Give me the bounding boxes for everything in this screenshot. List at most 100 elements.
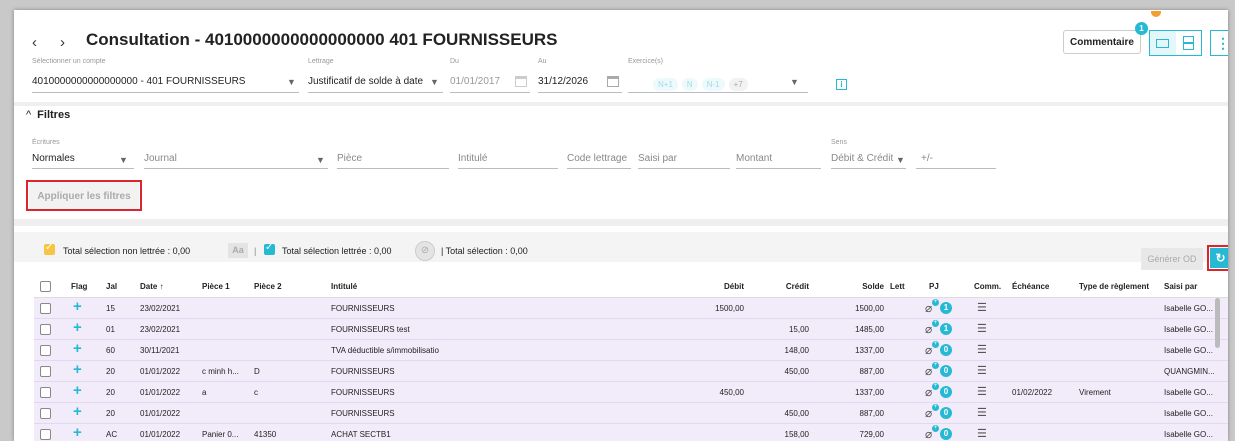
add-flag-icon[interactable]: + — [73, 340, 82, 357]
row-checkbox[interactable] — [40, 429, 51, 440]
col-piece2[interactable]: Pièce 2 — [254, 282, 282, 291]
col-pj[interactable]: PJ — [929, 282, 939, 291]
non-lettree-checkbox[interactable] — [44, 242, 55, 255]
add-flag-icon[interactable]: + — [73, 424, 82, 441]
sens-label: Sens — [831, 139, 847, 146]
table-row[interactable]: + 20 01/01/2022 c minh h... D FOURNISSEU… — [34, 361, 1228, 382]
cell-jal: 15 — [106, 304, 115, 313]
more-options-icon[interactable]: ⋮ — [1210, 30, 1228, 56]
account-select[interactable]: 4010000000000000000 - 401 FOURNISSEURS — [32, 76, 245, 87]
col-solde[interactable]: Solde — [834, 282, 884, 291]
sens-chevron-down-icon[interactable]: ▼ — [896, 155, 905, 165]
info-icon[interactable]: i — [836, 79, 847, 90]
col-saisi-par[interactable]: Saisi par — [1164, 282, 1197, 291]
comment-icon[interactable]: ☰ — [977, 427, 987, 440]
table-row[interactable]: + 20 01/01/2022 FOURNISSEURS 450,00 887,… — [34, 403, 1228, 424]
journal-chevron-down-icon[interactable]: ▼ — [316, 155, 325, 165]
cell-jal: 01 — [106, 325, 115, 334]
exercice-chevron-down-icon[interactable]: ▼ — [790, 77, 799, 87]
du-date-input[interactable]: 01/01/2017 — [450, 76, 500, 87]
exercice-chip[interactable]: N-1 — [701, 78, 725, 91]
add-attachment-icon[interactable]: + — [932, 362, 939, 369]
add-attachment-icon[interactable]: + — [932, 404, 939, 411]
unlink-icon[interactable]: ⊘ — [415, 241, 435, 261]
row-checkbox[interactable] — [40, 324, 51, 335]
col-comm[interactable]: Comm. — [974, 282, 1001, 291]
lettrage-select[interactable]: Justificatif de solde à date — [308, 76, 423, 87]
table-row[interactable]: + 60 30/11/2021 TVA déductible s/immobil… — [34, 340, 1228, 361]
table-row[interactable]: + 15 23/02/2021 FOURNISSEURS 1500,00 150… — [34, 298, 1228, 319]
add-flag-icon[interactable]: + — [73, 361, 82, 378]
account-chevron-down-icon[interactable]: ▼ — [287, 77, 296, 87]
add-flag-icon[interactable]: + — [73, 403, 82, 420]
single-view-button[interactable] — [1150, 31, 1176, 55]
intitule-input[interactable]: Intitulé — [458, 153, 487, 164]
ecritures-select[interactable]: Normales — [32, 153, 75, 164]
exercice-chip[interactable]: N — [681, 78, 698, 91]
cell-solde: 1337,00 — [855, 346, 884, 355]
au-calendar-icon[interactable] — [607, 76, 619, 87]
cell-saisi-par: Isabelle GO... — [1164, 346, 1213, 355]
row-checkbox[interactable] — [40, 345, 51, 356]
cell-piece2: 41350 — [254, 430, 277, 439]
add-attachment-icon[interactable]: + — [932, 383, 939, 390]
scrollbar[interactable] — [1215, 298, 1220, 348]
add-flag-icon[interactable]: + — [73, 298, 82, 315]
comment-icon[interactable]: ☰ — [977, 322, 987, 335]
add-attachment-icon[interactable]: + — [932, 425, 939, 432]
au-date-input[interactable]: 31/12/2026 — [538, 76, 588, 87]
code-lettrage-input[interactable]: Code lettrage — [567, 153, 627, 164]
comment-icon[interactable]: ☰ — [977, 343, 987, 356]
exercice-chip[interactable]: N+1 — [653, 78, 678, 91]
add-attachment-icon[interactable]: + — [932, 320, 939, 327]
col-jal[interactable]: Jal — [106, 282, 117, 291]
comment-icon[interactable]: ☰ — [977, 364, 987, 377]
add-flag-icon[interactable]: + — [73, 382, 82, 399]
comment-icon[interactable]: ☰ — [977, 385, 987, 398]
split-view-button[interactable] — [1176, 31, 1202, 55]
lettrage-chevron-down-icon[interactable]: ▼ — [430, 77, 439, 87]
saisi-par-input[interactable]: Saisi par — [638, 153, 677, 164]
back-icon[interactable]: ‹ — [32, 34, 37, 51]
comment-icon[interactable]: ☰ — [977, 301, 987, 314]
single-pane-icon — [1156, 38, 1170, 48]
cell-date: 23/02/2021 — [140, 325, 181, 334]
col-type-reglement[interactable]: Type de règlement — [1079, 282, 1149, 291]
col-debit[interactable]: Débit — [684, 282, 744, 291]
filters-toggle[interactable]: ^ Filtres — [26, 109, 70, 121]
row-checkbox[interactable] — [40, 408, 51, 419]
col-date[interactable]: Date ↑ — [140, 282, 164, 291]
select-all-checkbox[interactable] — [40, 281, 51, 292]
piece-input[interactable]: Pièce — [337, 153, 362, 164]
lettree-checkbox[interactable] — [264, 242, 275, 255]
col-intitule[interactable]: Intitulé — [331, 282, 357, 291]
exercice-label: Exercice(s) — [628, 58, 664, 65]
generer-od-button[interactable]: Générer OD — [1141, 248, 1203, 270]
du-calendar-icon[interactable] — [515, 76, 527, 87]
table-row[interactable]: + 20 01/01/2022 a c FOURNISSEURS 450,00 … — [34, 382, 1228, 403]
row-checkbox[interactable] — [40, 303, 51, 314]
add-flag-icon[interactable]: + — [73, 319, 82, 336]
exercice-more-chip[interactable]: +7 — [728, 78, 748, 91]
sens-select[interactable]: Débit & Crédit — [831, 153, 893, 164]
comment-button[interactable]: Commentaire — [1063, 30, 1141, 54]
aa-button[interactable]: Aa — [228, 243, 248, 258]
journal-select[interactable]: Journal — [144, 153, 177, 164]
col-piece1[interactable]: Pièce 1 — [202, 282, 230, 291]
table-row[interactable]: + AC 01/01/2022 Panier 0... 41350 ACHAT … — [34, 424, 1228, 441]
col-flag[interactable]: Flag — [71, 282, 87, 291]
table-row[interactable]: + 01 23/02/2021 FOURNISSEURS test 15,00 … — [34, 319, 1228, 340]
plusminus-input[interactable]: +/- — [921, 153, 933, 164]
col-echeance[interactable]: Échéance — [1012, 282, 1049, 291]
col-credit[interactable]: Crédit — [754, 282, 809, 291]
cell-debit: 1500,00 — [715, 304, 744, 313]
add-attachment-icon[interactable]: + — [932, 341, 939, 348]
comment-icon[interactable]: ☰ — [977, 406, 987, 419]
row-checkbox[interactable] — [40, 387, 51, 398]
add-attachment-icon[interactable]: + — [932, 299, 939, 306]
ecritures-chevron-down-icon[interactable]: ▼ — [119, 155, 128, 165]
montant-input[interactable]: Montant — [736, 153, 772, 164]
col-lett[interactable]: Lett — [890, 282, 905, 291]
forward-icon[interactable]: › — [60, 34, 65, 51]
row-checkbox[interactable] — [40, 366, 51, 377]
